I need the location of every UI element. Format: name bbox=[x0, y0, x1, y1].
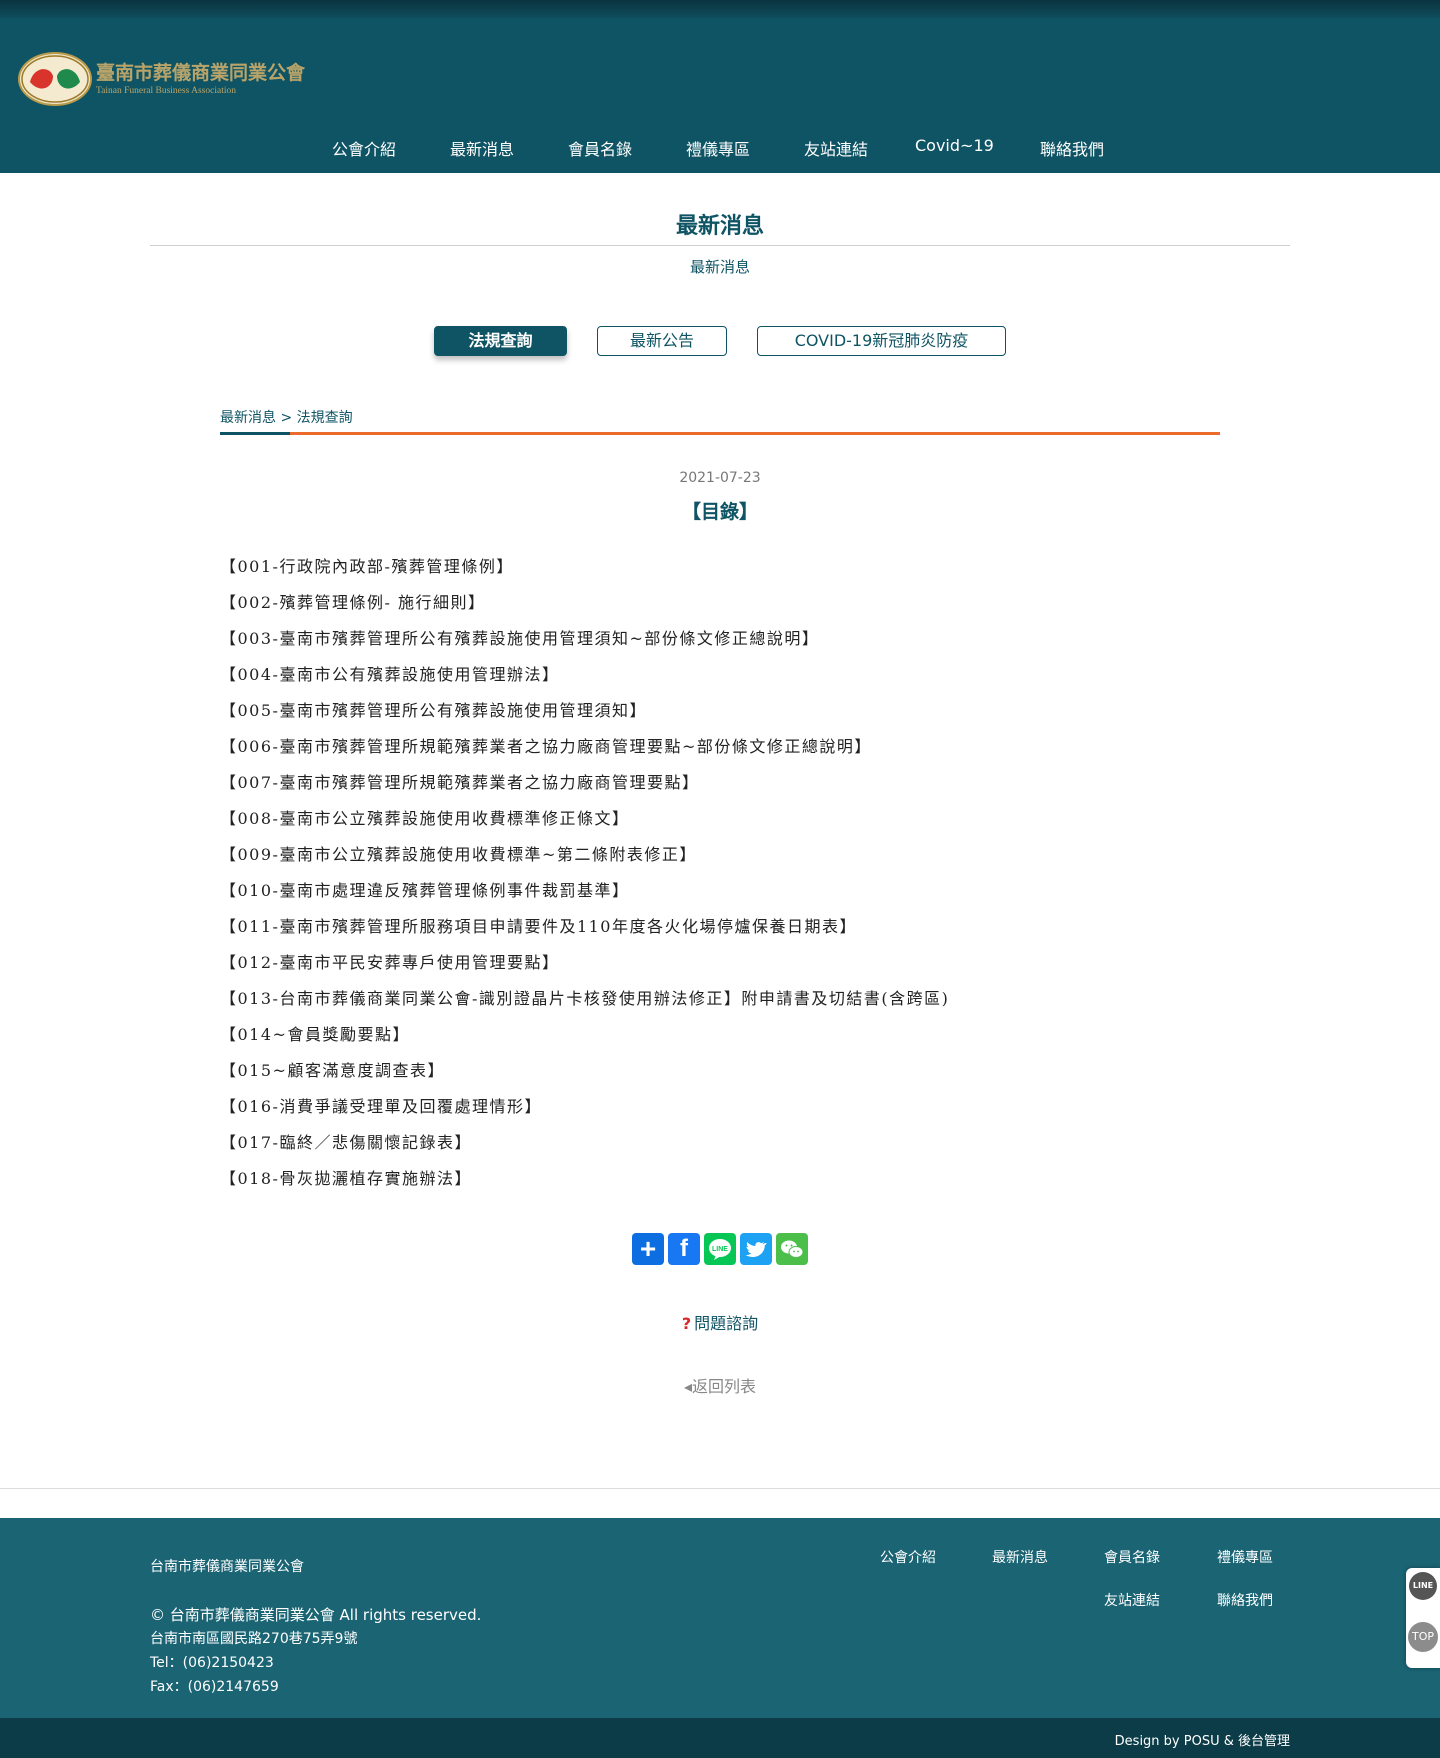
list-item[interactable]: 【018-骨灰拋灑植存實施辦法】 bbox=[220, 1166, 1220, 1202]
list-item[interactable]: 【013-台南市葬儀商業同業公會-識別證晶片卡核發使用辦法修正】附申請書及切結書… bbox=[220, 986, 1220, 1022]
breadcrumb-underline-active bbox=[220, 432, 290, 435]
faq-link[interactable]: ? 問題諮詢 bbox=[0, 1310, 1440, 1334]
breadcrumb[interactable]: 最新消息 > 法規查詢 bbox=[220, 407, 353, 427]
regulation-list: 【001-行政院內政部-殯葬管理條例】 【002-殯葬管理條例- 施行細則】 【… bbox=[220, 554, 1220, 1202]
svg-text:LINE: LINE bbox=[712, 1246, 728, 1253]
page-subtitle: 最新消息 bbox=[689, 258, 750, 276]
footer-credit[interactable]: Design by POSU & 後台管理 bbox=[1115, 1730, 1290, 1749]
footer-link-members[interactable]: 會員名錄 bbox=[1104, 1547, 1160, 1567]
article-date: 2021-07-23 bbox=[679, 470, 761, 486]
list-item[interactable]: 【016-消費爭議受理單及回覆處理情形】 bbox=[220, 1094, 1220, 1130]
list-item[interactable]: 【007-臺南市殯葬管理所規範殯葬業者之協力廠商管理要點】 bbox=[220, 770, 1220, 806]
footer-link-contact[interactable]: 聯絡我們 bbox=[1217, 1590, 1273, 1610]
site-logo[interactable]: 臺南市葬儀商業同業公會 Tainan Funeral Business Asso… bbox=[18, 52, 318, 108]
facebook-icon[interactable]: f bbox=[668, 1233, 700, 1265]
footer-fax: Fax：(06)2147659 bbox=[150, 1679, 279, 1695]
float-line-icon[interactable]: LINE bbox=[1409, 1572, 1437, 1600]
list-item[interactable]: 【012-臺南市平民安葬專戶使用管理要點】 bbox=[220, 950, 1220, 986]
list-item[interactable]: 【006-臺南市殯葬管理所規範殯葬業者之協力廠商管理要點~部份條文修正總說明】 bbox=[220, 734, 1220, 770]
heading-divider bbox=[150, 245, 1290, 246]
share-add-icon[interactable]: + bbox=[632, 1233, 664, 1265]
back-to-list-link[interactable]: ◂返回列表 bbox=[0, 1373, 1440, 1397]
list-item[interactable]: 【003-臺南市殯葬管理所公有殯葬設施使用管理須知~部份條文修正總說明】 bbox=[220, 626, 1220, 662]
list-item[interactable]: 【017-臨終／悲傷關懷記錄表】 bbox=[220, 1130, 1220, 1166]
nav-item-news[interactable]: 最新消息 bbox=[450, 136, 514, 160]
question-icon: ? bbox=[681, 1314, 692, 1333]
list-item[interactable]: 【015~顧客滿意度調查表】 bbox=[220, 1058, 1220, 1094]
twitter-icon[interactable] bbox=[740, 1233, 772, 1265]
wechat-icon[interactable] bbox=[776, 1233, 808, 1265]
breadcrumb-underline bbox=[220, 432, 1220, 435]
footer-divider bbox=[0, 1488, 1440, 1489]
nav-item-covid[interactable]: Covid~19 bbox=[915, 136, 994, 155]
faq-label: 問題諮詢 bbox=[694, 1314, 759, 1333]
list-item[interactable]: 【005-臺南市殯葬管理所公有殯葬設施使用管理須知】 bbox=[220, 698, 1220, 734]
logo-name: 臺南市葬儀商業同業公會 bbox=[96, 62, 306, 84]
footer-phone: Tel：(06)2150423 bbox=[150, 1655, 274, 1671]
nav-item-etiquette[interactable]: 禮儀專區 bbox=[686, 136, 750, 160]
logo-english-name: Tainan Funeral Business Association bbox=[96, 86, 236, 96]
list-item[interactable]: 【001-行政院內政部-殯葬管理條例】 bbox=[220, 554, 1220, 590]
list-item[interactable]: 【010-臺南市處理違反殯葬管理條例事件裁罰基準】 bbox=[220, 878, 1220, 914]
list-item[interactable]: 【008-臺南市公立殯葬設施使用收費標準修正條文】 bbox=[220, 806, 1220, 842]
footer-link-links[interactable]: 友站連結 bbox=[1104, 1590, 1160, 1610]
back-to-top-button[interactable]: TOP bbox=[1408, 1622, 1438, 1652]
footer-org-name: 台南市葬儀商業同業公會 bbox=[150, 1559, 304, 1575]
line-icon[interactable]: LINE bbox=[704, 1233, 736, 1265]
nav-item-contact[interactable]: 聯絡我們 bbox=[1040, 136, 1104, 160]
main-nav: 公會介紹 最新消息 會員名錄 禮儀專區 友站連結 Covid~19 聯絡我們 bbox=[0, 136, 1440, 164]
logo-emblem bbox=[18, 52, 92, 106]
logo-emblem-graphic bbox=[21, 55, 89, 103]
footer-link-about[interactable]: 公會介紹 bbox=[880, 1547, 936, 1567]
nav-item-links[interactable]: 友站連結 bbox=[804, 136, 868, 160]
list-item[interactable]: 【014~會員獎勵要點】 bbox=[220, 1022, 1220, 1058]
list-item[interactable]: 【004-臺南市公有殯葬設施使用管理辦法】 bbox=[220, 662, 1220, 698]
tab-announcements[interactable]: 最新公告 bbox=[597, 326, 727, 356]
footer-copyright: © 台南市葬儀商業同業公會 All rights reserved. bbox=[150, 1606, 482, 1624]
top-strip bbox=[0, 0, 1440, 18]
footer-link-news[interactable]: 最新消息 bbox=[992, 1547, 1048, 1567]
article-title: 【目錄】 bbox=[681, 501, 758, 523]
footer-address: 台南市南區國民路270巷75弄9號 bbox=[150, 1631, 358, 1647]
floating-widget: LINE TOP bbox=[1406, 1568, 1440, 1668]
tab-regulations[interactable]: 法規查詢 bbox=[434, 326, 567, 356]
list-item[interactable]: 【011-臺南市殯葬管理所服務項目申請要件及110年度各火化場停爐保養日期表】 bbox=[220, 914, 1220, 950]
nav-item-members[interactable]: 會員名錄 bbox=[568, 136, 632, 160]
list-item[interactable]: 【009-臺南市公立殯葬設施使用收費標準~第二條附表修正】 bbox=[220, 842, 1220, 878]
list-item[interactable]: 【002-殯葬管理條例- 施行細則】 bbox=[220, 590, 1220, 626]
page-title: 最新消息 bbox=[675, 214, 764, 239]
footer-link-etiquette[interactable]: 禮儀專區 bbox=[1217, 1547, 1273, 1567]
nav-item-about[interactable]: 公會介紹 bbox=[332, 136, 396, 160]
tab-covid19[interactable]: COVID-19新冠肺炎防疫 bbox=[757, 326, 1006, 356]
